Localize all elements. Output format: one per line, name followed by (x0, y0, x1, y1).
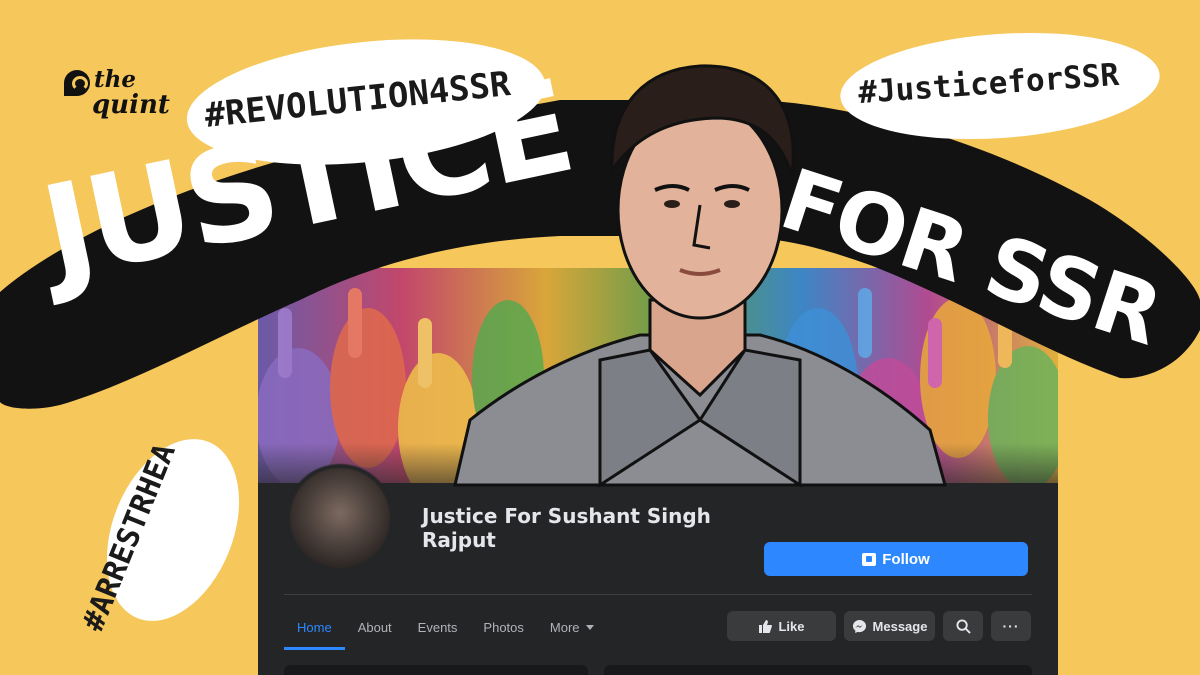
logo-quint: quint (92, 90, 170, 120)
artwork: Justice For Sushant Singh Rajput Follow … (0, 0, 1200, 675)
logo-the: the (94, 66, 136, 93)
quint-logo-icon (64, 70, 90, 96)
quint-logo: the quint (64, 66, 194, 126)
